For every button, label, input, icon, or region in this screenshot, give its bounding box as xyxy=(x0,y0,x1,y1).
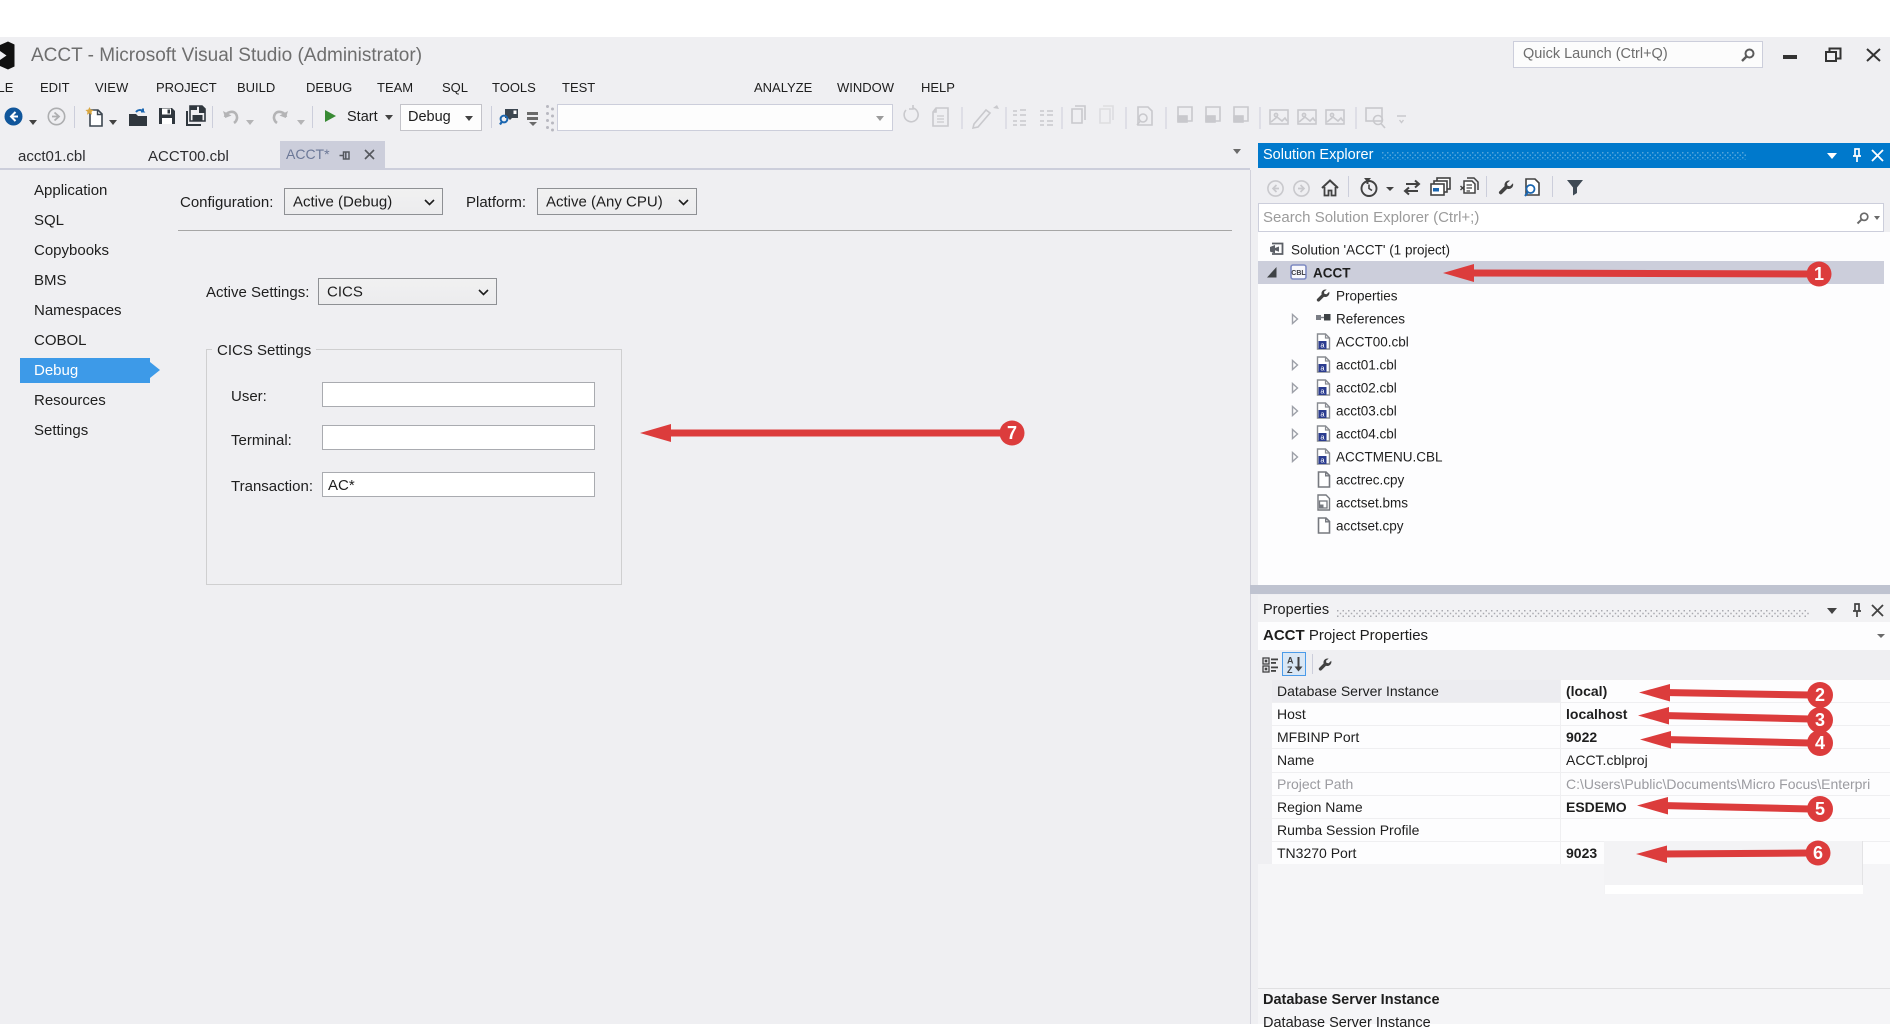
svg-text:6: 6 xyxy=(1813,843,1823,863)
svg-text:7: 7 xyxy=(1007,423,1017,443)
svg-text:4: 4 xyxy=(1815,733,1825,753)
svg-text:1: 1 xyxy=(1814,264,1824,284)
svg-text:3: 3 xyxy=(1815,710,1825,730)
svg-text:2: 2 xyxy=(1815,685,1825,705)
svg-text:5: 5 xyxy=(1815,799,1825,819)
